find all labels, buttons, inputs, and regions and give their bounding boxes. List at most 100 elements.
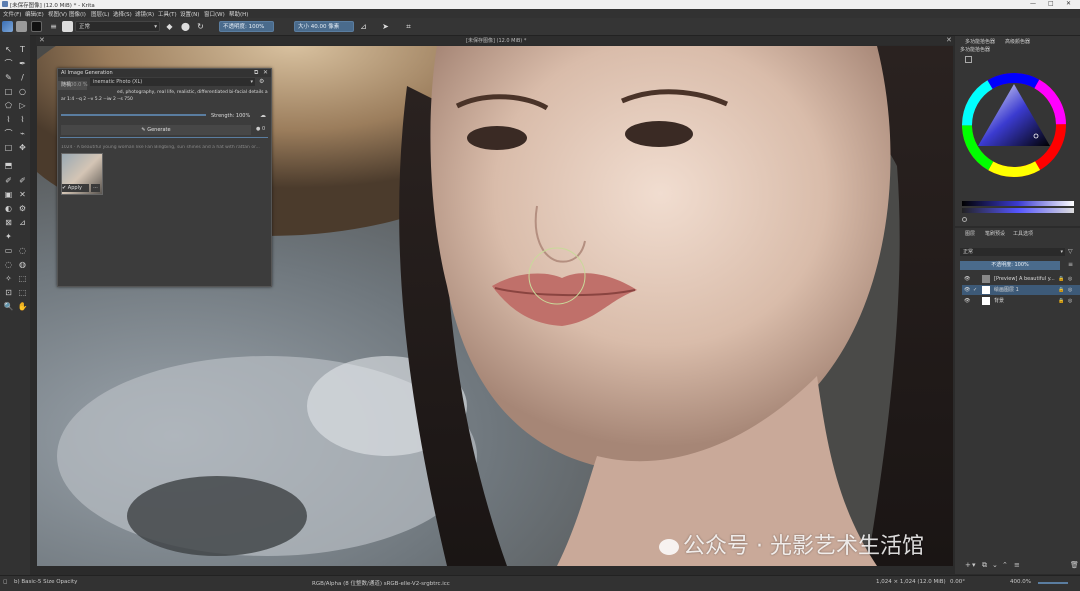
menu-layer[interactable]: 图层(L) bbox=[91, 10, 109, 18]
bezier-select-tool-icon[interactable]: ✋ bbox=[17, 301, 28, 312]
smart-patch-tool-icon[interactable]: ⌁ bbox=[17, 128, 28, 139]
curve-path-tool-icon[interactable]: ⌇ bbox=[3, 114, 14, 125]
tab-multifunction-selector[interactable]: 多功能拾色器 bbox=[965, 38, 995, 45]
properties-icon[interactable]: ≡ bbox=[1014, 561, 1020, 569]
size-slider[interactable]: 大小 40.00 像素 bbox=[294, 21, 354, 32]
move-down-icon[interactable]: ⌄ bbox=[992, 561, 998, 569]
crop-tool-icon[interactable]: ⬒ bbox=[3, 160, 14, 171]
visibility-eye-icon[interactable]: 👁 bbox=[964, 285, 970, 295]
filter-icon[interactable]: ▽ bbox=[1068, 248, 1073, 255]
menu-edit[interactable]: 编辑(E) bbox=[25, 10, 44, 18]
close-tab-icon[interactable]: ✕ bbox=[39, 36, 45, 44]
maximize-button[interactable]: □ bbox=[1048, 0, 1054, 7]
menu-help[interactable]: 帮助(H) bbox=[229, 10, 248, 18]
pattern-preset-icon[interactable] bbox=[16, 21, 27, 32]
saturation-slider[interactable] bbox=[962, 208, 1074, 213]
blend-mode-select[interactable]: 正常 ▾ bbox=[75, 21, 160, 32]
move-tool-icon[interactable]: ✥ bbox=[17, 142, 28, 153]
value-slider[interactable] bbox=[962, 201, 1074, 206]
visibility-eye-icon[interactable]: 👁 bbox=[964, 296, 970, 306]
freehand-select-tool-icon[interactable]: ⬚ bbox=[17, 273, 28, 284]
rotation-value[interactable]: 0.00° bbox=[950, 579, 965, 585]
alpha-lock-icon[interactable]: ⬤ bbox=[180, 21, 191, 32]
edit-brush-settings-icon[interactable]: ≡ bbox=[48, 21, 59, 32]
polygon-tool-icon[interactable]: ⬠ bbox=[3, 100, 14, 111]
freehand-brush-tool-icon[interactable]: ✎ bbox=[3, 72, 14, 83]
add-layer-icon[interactable]: + bbox=[965, 561, 971, 569]
more-button[interactable]: ··· bbox=[91, 184, 100, 192]
menu-icon[interactable]: ≡ bbox=[1068, 261, 1073, 268]
poly-select-tool-icon[interactable]: ✧ bbox=[3, 273, 14, 284]
menu-settings[interactable]: 设置(N) bbox=[180, 10, 199, 18]
menu-view[interactable]: 视图(V) bbox=[48, 10, 67, 18]
visibility-eye-icon[interactable]: 👁 bbox=[964, 274, 970, 284]
prompt-textarea[interactable]: ed, photography, real life, realistic, d… bbox=[61, 89, 268, 105]
enclosing-fill-tool-icon[interactable]: ⊠ bbox=[3, 217, 14, 228]
reload-preset-icon[interactable]: ↻ bbox=[195, 21, 206, 32]
chevron-down-icon[interactable]: ▾ bbox=[972, 561, 976, 569]
layer-row[interactable]: 👁 ✓ 绘画图层 1 🔒 ◎ bbox=[962, 285, 1080, 295]
assistant-tool-icon[interactable]: ◐ bbox=[3, 203, 14, 214]
close-window-button[interactable]: ✕ bbox=[1066, 0, 1071, 7]
apply-button[interactable]: ✔ Apply bbox=[62, 184, 89, 192]
alpha-icon[interactable]: ◎ bbox=[1068, 285, 1072, 295]
duplicate-layer-icon[interactable]: ⧉ bbox=[982, 561, 987, 570]
colorize-mask-tool-icon[interactable]: ⚙ bbox=[17, 203, 28, 214]
alpha-icon[interactable]: ◎ bbox=[1068, 296, 1072, 306]
bezier-tool-icon[interactable]: ✒ bbox=[17, 58, 28, 69]
multibrush-tool-icon[interactable]: ⌒ bbox=[3, 128, 14, 139]
color-wheel[interactable] bbox=[961, 72, 1067, 178]
mirror-vertical-icon[interactable]: ➤ bbox=[380, 21, 391, 32]
layer-row[interactable]: 👁 [Preview] A beautiful y... 🔒 ◎ bbox=[962, 274, 1080, 284]
minimize-button[interactable]: — bbox=[1030, 0, 1036, 7]
select-shapes-tool-icon[interactable]: ↖ bbox=[3, 44, 14, 55]
layer-opacity-slider[interactable]: 不透明度: 100% bbox=[960, 261, 1060, 270]
style-settings-icon[interactable]: ☁ bbox=[260, 112, 266, 119]
model-select[interactable]: inematic Photo (XL) ▾ bbox=[90, 78, 255, 86]
canvas-tab-title[interactable]: [未保存图像] (12.0 MiB) * bbox=[466, 37, 526, 44]
menu-file[interactable]: 文件(F) bbox=[3, 10, 21, 18]
polyline-tool-icon[interactable]: ▷ bbox=[17, 100, 28, 111]
alpha-icon[interactable]: ◎ bbox=[1068, 274, 1072, 284]
opacity-slider[interactable]: 不透明度: 100% bbox=[219, 21, 274, 32]
wrap-mode-icon[interactable]: ⌗ bbox=[403, 21, 414, 32]
line-tool-icon[interactable]: / bbox=[17, 72, 28, 83]
menu-select[interactable]: 选择(S) bbox=[113, 10, 132, 18]
menu-tools[interactable]: 工具(T) bbox=[158, 10, 177, 18]
lock-icon[interactable]: 🔒 bbox=[1058, 296, 1064, 306]
measure-tool-icon[interactable]: ⊿ bbox=[17, 217, 28, 228]
close-panel-icon[interactable]: ✕ bbox=[263, 69, 268, 76]
ellipse-tool-icon[interactable]: ○ bbox=[17, 86, 28, 97]
magic-wand-tool-icon[interactable]: ⊡ bbox=[3, 287, 14, 298]
zoom-value[interactable]: 400.0% bbox=[1010, 579, 1031, 585]
similar-select-tool-icon[interactable]: 🔍 bbox=[3, 301, 14, 312]
tab-tool-options[interactable]: 工具选项 bbox=[1013, 230, 1033, 237]
strength-slider[interactable] bbox=[61, 114, 206, 116]
mirror-horizontal-icon[interactable]: ⊿ bbox=[358, 21, 369, 32]
zoom-slider[interactable] bbox=[1038, 582, 1068, 584]
move-up-icon[interactable]: ⌃ bbox=[1002, 561, 1008, 569]
text-tool-icon[interactable]: T bbox=[17, 44, 28, 55]
eraser-mode-icon[interactable]: ◆ bbox=[164, 21, 175, 32]
rectangle-tool-icon[interactable]: □ bbox=[3, 86, 14, 97]
close-view-icon[interactable]: ✕ bbox=[946, 36, 952, 44]
reference-tool-icon[interactable]: ✦ bbox=[3, 231, 14, 242]
generate-button[interactable]: ✎ Generate bbox=[61, 125, 251, 135]
lock-icon[interactable]: 🔒 bbox=[1058, 285, 1064, 295]
color-history-icon[interactable] bbox=[962, 217, 967, 222]
layer-row[interactable]: 👁 背景 🔒 ◎ bbox=[962, 296, 1080, 306]
pin-tool-icon[interactable]: ▭ bbox=[3, 245, 14, 256]
menu-image[interactable]: 图像(I) bbox=[69, 10, 86, 18]
float-panel-icon[interactable]: ⧉ bbox=[254, 69, 258, 77]
fill-tool-icon[interactable]: ✕ bbox=[17, 189, 28, 200]
gradient-tool-icon[interactable]: ✐ bbox=[17, 175, 28, 186]
calligraphy-tool-icon[interactable]: ⌒ bbox=[3, 58, 14, 69]
ellipse-select-tool-icon[interactable]: ◍ bbox=[17, 259, 28, 270]
dynamic-brush-tool-icon[interactable]: ⌇ bbox=[17, 114, 28, 125]
transform-tool-icon[interactable]: □ bbox=[3, 142, 14, 153]
gradient-preset-icon[interactable] bbox=[2, 21, 13, 32]
layer-blend-select[interactable]: 正常 ▾ bbox=[960, 248, 1065, 256]
tab-advanced-selector[interactable]: 高级颜色器 bbox=[1005, 38, 1030, 45]
tool-tool-icon[interactable]: ◌ bbox=[17, 245, 28, 256]
tab-brush-presets[interactable]: 笔刷预设 bbox=[985, 230, 1005, 237]
